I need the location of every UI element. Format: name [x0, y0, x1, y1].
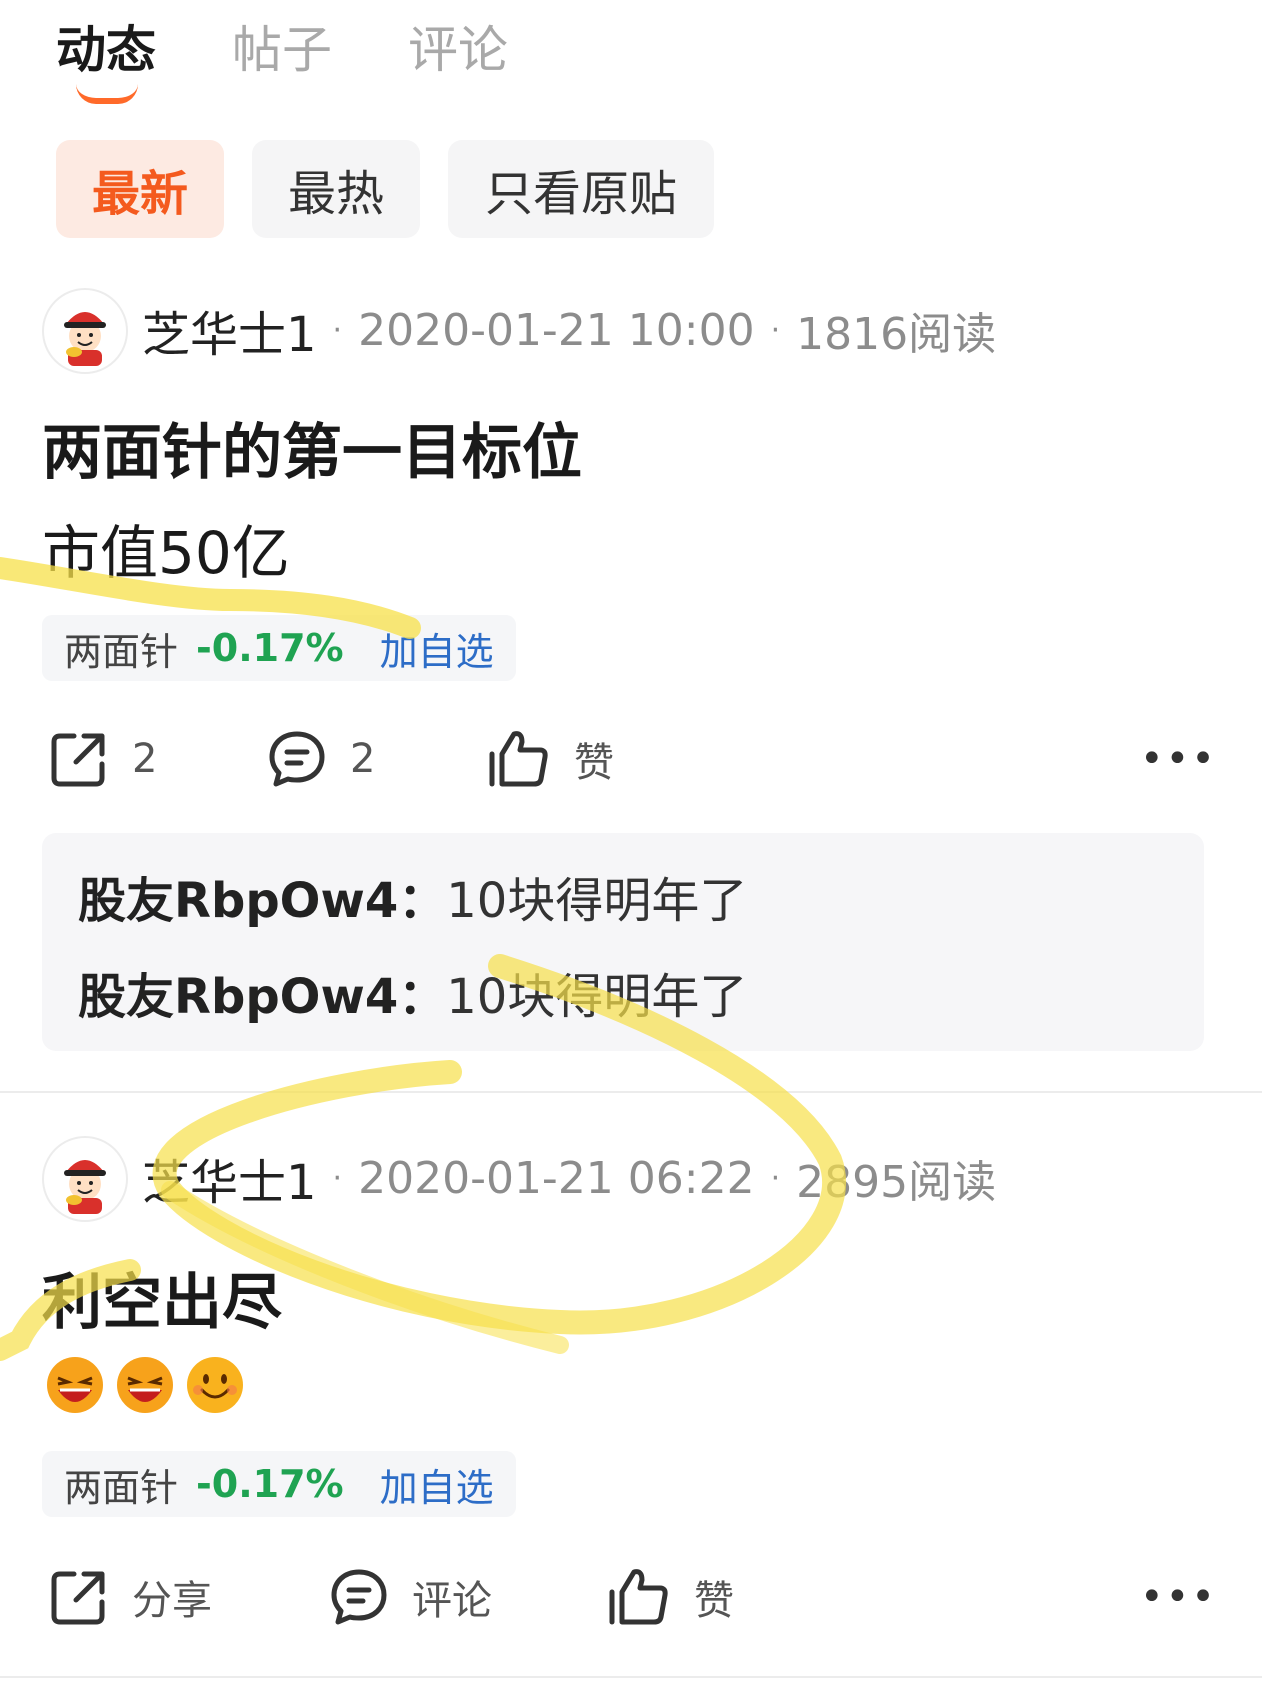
share-icon: [51, 733, 105, 787]
filter-hottest[interactable]: 最热: [252, 140, 420, 238]
filter-latest[interactable]: 最新: [56, 140, 224, 238]
stock-name: 两面针: [64, 629, 179, 674]
share-label: 分享: [132, 1578, 212, 1624]
god-of-wealth-avatar-icon: [64, 312, 106, 366]
more-options-icon[interactable]: •••: [1140, 736, 1217, 782]
comment-button[interactable]: 评论: [328, 1564, 492, 1630]
comment-text: 10块得明年了: [446, 873, 748, 929]
post-title[interactable]: 利空出尽: [42, 1254, 282, 1341]
god-of-wealth-avatar-icon: [64, 1160, 106, 1214]
tab-comments[interactable]: 评论: [408, 10, 508, 82]
stock-tag[interactable]: 两面针 -0.17% 加自选: [42, 1451, 516, 1517]
share-button[interactable]: 2: [48, 726, 157, 792]
read-count: 2895阅读: [796, 1157, 997, 1208]
thumbs-up-icon: [489, 731, 548, 787]
like-button[interactable]: 赞: [606, 1564, 734, 1630]
stock-change: -0.17%: [196, 1462, 344, 1506]
author-name[interactable]: 芝华士1: [142, 1143, 317, 1213]
comment-icon: [269, 731, 325, 787]
like-label: 赞: [694, 1578, 734, 1624]
post-time: 2020-01-21 06:22: [358, 1152, 755, 1204]
post-body[interactable]: 市值50亿: [42, 506, 290, 590]
avatar[interactable]: [42, 288, 128, 374]
laughing-emoji-icon: [47, 1357, 103, 1413]
comment-user[interactable]: 股友RbpOw4：: [78, 873, 446, 929]
filter-original-only[interactable]: 只看原贴: [448, 140, 714, 238]
emoji-row: [46, 1356, 246, 1416]
separator-dot: ·: [332, 312, 343, 348]
comment-label: 评论: [412, 1578, 492, 1624]
tab-posts[interactable]: 帖子: [232, 10, 332, 82]
tab-dynamics[interactable]: 动态: [56, 10, 156, 82]
post-divider: [0, 1091, 1262, 1093]
like-button[interactable]: 赞: [486, 726, 614, 792]
post-title[interactable]: 两面针的第一目标位: [42, 404, 582, 491]
post-meta: 芝华士1 · 2020-01-21 10:00 · 1816阅读: [142, 300, 997, 364]
separator-dot: ·: [770, 1160, 781, 1196]
comment-item[interactable]: 股友RbpOw4：10块得明年了: [78, 861, 747, 931]
comment-text: 10块得明年了: [446, 969, 748, 1025]
post-divider: [0, 1676, 1262, 1678]
share-count: 2: [132, 736, 158, 782]
stock-change: -0.17%: [196, 626, 344, 670]
separator-dot: ·: [770, 312, 781, 348]
thumbs-up-icon: [609, 1569, 668, 1625]
comment-count: 2: [350, 736, 376, 782]
smile-emoji-icon: [187, 1357, 243, 1413]
stock-name: 两面针: [64, 1465, 179, 1510]
add-watchlist-button[interactable]: 加自选: [380, 1457, 494, 1512]
more-options-icon[interactable]: •••: [1140, 1574, 1217, 1620]
stock-tag[interactable]: 两面针 -0.17% 加自选: [42, 615, 516, 681]
comment-icon: [331, 1569, 387, 1625]
laughing-emoji-icon: [117, 1357, 173, 1413]
share-button[interactable]: 分享: [48, 1564, 212, 1630]
active-tab-indicator: [76, 84, 138, 104]
add-watchlist-button[interactable]: 加自选: [380, 621, 494, 676]
post-time: 2020-01-21 10:00: [358, 304, 755, 356]
comment-button[interactable]: 2: [266, 726, 375, 792]
avatar[interactable]: [42, 1136, 128, 1222]
comment-user[interactable]: 股友RbpOw4：: [78, 969, 446, 1025]
like-label: 赞: [574, 740, 614, 786]
post-meta: 芝华士1 · 2020-01-21 06:22 · 2895阅读: [142, 1148, 997, 1212]
author-name[interactable]: 芝华士1: [142, 295, 317, 365]
separator-dot: ·: [332, 1160, 343, 1196]
share-icon: [51, 1571, 105, 1625]
comment-item[interactable]: 股友RbpOw4：10块得明年了: [78, 957, 747, 1027]
read-count: 1816阅读: [796, 309, 997, 360]
comment-preview-box[interactable]: 股友RbpOw4：10块得明年了 股友RbpOw4：10块得明年了: [42, 833, 1204, 1051]
